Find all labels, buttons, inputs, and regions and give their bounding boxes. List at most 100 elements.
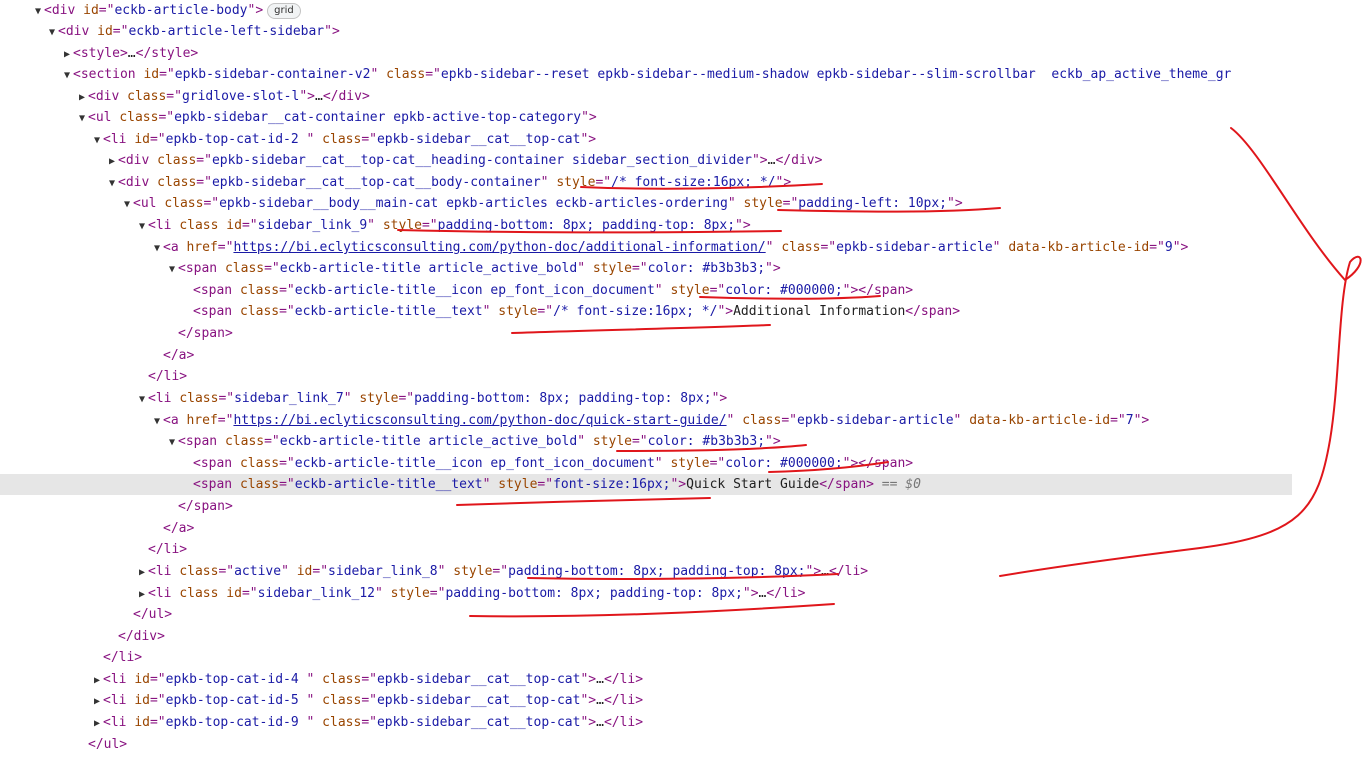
- dom-node-row[interactable]: ▶ <li class id="sidebar_link_12" style="p…: [0, 583, 1292, 604]
- expand-triangle-icon[interactable]: ▼: [106, 173, 118, 193]
- tag-token: <div: [44, 3, 84, 18]
- expand-triangle-icon[interactable]: ▼: [32, 1, 44, 21]
- dom-node-row[interactable]: ▼ <ul class="epkb-sidebar__body__main-cat…: [0, 193, 1292, 214]
- tag-token: =": [241, 218, 258, 233]
- collapsed-triangle-icon[interactable]: ▶: [91, 691, 103, 711]
- tag-token: ": [726, 413, 743, 428]
- attribute-name: style: [382, 218, 422, 233]
- tag-token: ">: [735, 218, 751, 233]
- tag-token: =": [98, 3, 115, 18]
- tag-token: ">: [324, 24, 340, 39]
- expand-triangle-icon[interactable]: ▼: [136, 216, 148, 236]
- dom-node-row[interactable]: <span class="eckb-article-title__icon ep…: [0, 280, 1292, 301]
- dom-node-row[interactable]: ▼ <ul class="epkb-sidebar__cat-container …: [0, 107, 1292, 128]
- dom-node-row[interactable]: ▼ <a href="https://bi.eclyticsconsulting.…: [0, 237, 1292, 258]
- attribute-name: id: [226, 218, 242, 233]
- href-link[interactable]: https://bi.eclyticsconsulting.com/python…: [233, 240, 765, 255]
- tag-token: <span: [193, 477, 240, 492]
- expand-triangle-icon[interactable]: ▼: [166, 432, 178, 452]
- attribute-name: style: [390, 586, 430, 601]
- grid-badge[interactable]: grid: [267, 3, 301, 19]
- dom-node-row[interactable]: </ul>: [0, 734, 1292, 755]
- dom-node-row[interactable]: <span class="eckb-article-title__text" s…: [0, 474, 1292, 495]
- dom-node-row[interactable]: ▶ <li id="epkb-top-cat-id-4 " class="epkb…: [0, 669, 1292, 690]
- tag-token: =": [159, 67, 175, 82]
- tag-token: =": [421, 218, 438, 233]
- dom-node-row[interactable]: </a>: [0, 345, 1292, 366]
- attribute-name: style: [498, 304, 538, 319]
- dom-node-row[interactable]: ▶ <li id="epkb-top-cat-id-5 " class="epkb…: [0, 690, 1292, 711]
- tag-token: ">: [580, 693, 597, 708]
- attribute-value: epkb-sidebar__cat__top-cat: [376, 715, 581, 730]
- tag-token: </span>: [178, 326, 233, 341]
- attribute-value: 9: [1164, 240, 1173, 255]
- dom-node-row[interactable]: </a>: [0, 518, 1292, 539]
- dom-node-row[interactable]: </span>: [0, 323, 1292, 344]
- dom-node-row[interactable]: ▼ <li class id="sidebar_link_9" style="pa…: [0, 215, 1292, 236]
- dom-node-row[interactable]: ▶ <div class="gridlove-slot-l">…</div>: [0, 86, 1292, 107]
- tag-token: </li>: [766, 586, 806, 601]
- tag-token: ">: [751, 153, 768, 168]
- dom-node-row[interactable]: </li>: [0, 539, 1292, 560]
- tag-token: </ul>: [88, 737, 128, 752]
- elements-tree: ▼ <div id="eckb-article-body"> grid ▼ <div i…: [0, 0, 1368, 757]
- dom-node-row[interactable]: ▶ <div class="epkb-sidebar__cat__top-cat_…: [0, 150, 1292, 171]
- dom-node-row[interactable]: ▶ <style>…</style>: [0, 43, 1292, 64]
- expand-triangle-icon[interactable]: ▼: [166, 259, 178, 279]
- tag-token: ">: [717, 304, 734, 319]
- attribute-name: class: [179, 586, 219, 601]
- dom-node-row[interactable]: <span class="eckb-article-title__text" s…: [0, 301, 1292, 322]
- collapsed-triangle-icon[interactable]: ▶: [76, 87, 88, 107]
- dom-node-row[interactable]: ▼ <li id="epkb-top-cat-id-2 " class="epkb…: [0, 129, 1292, 150]
- dom-node-row[interactable]: </li>: [0, 366, 1292, 387]
- tag-token: ">: [247, 3, 264, 18]
- collapsed-triangle-icon[interactable]: ▶: [91, 670, 103, 690]
- expand-triangle-icon[interactable]: ▼: [136, 389, 148, 409]
- expand-triangle-icon[interactable]: ▼: [151, 238, 163, 258]
- dom-node-row[interactable]: <span class="eckb-article-title__icon ep…: [0, 453, 1292, 474]
- node-text: …: [821, 564, 829, 579]
- attribute-value: sidebar_link_7: [234, 391, 344, 406]
- dom-node-row[interactable]: ▼ <li class="sidebar_link_7" style="paddi…: [0, 388, 1292, 409]
- collapsed-triangle-icon[interactable]: ▶: [106, 151, 118, 171]
- attribute-value: epkb-top-cat-id-9: [165, 715, 307, 730]
- attribute-value: padding-bottom: 8px; padding-top: 8px;: [437, 218, 736, 233]
- attribute-name: style: [592, 261, 632, 276]
- dom-node-row[interactable]: ▼ <div id="eckb-article-left-sidebar">: [0, 21, 1292, 42]
- collapsed-triangle-icon[interactable]: ▶: [91, 713, 103, 733]
- expand-triangle-icon[interactable]: ▼: [151, 411, 163, 431]
- attribute-value: padding-bottom: 8px; padding-top: 8px;: [445, 586, 743, 601]
- dom-node-row[interactable]: </li>: [0, 647, 1292, 668]
- attribute-name: class: [322, 715, 362, 730]
- dom-node-row[interactable]: </span>: [0, 496, 1292, 517]
- expand-triangle-icon[interactable]: ▼: [76, 108, 88, 128]
- dom-node-row[interactable]: ▼ <a href="https://bi.eclyticsconsulting.…: [0, 410, 1292, 431]
- expand-triangle-icon[interactable]: ▼: [91, 130, 103, 150]
- dom-node-row[interactable]: ▶ <li class="active" id="sidebar_link_8" …: [0, 561, 1292, 582]
- dom-node-row[interactable]: ▼ <div class="epkb-sidebar__cat__top-cat_…: [0, 172, 1292, 193]
- dom-node-row[interactable]: </div>: [0, 626, 1292, 647]
- expand-triangle-icon[interactable]: ▼: [46, 22, 58, 42]
- collapsed-triangle-icon[interactable]: ▶: [136, 584, 148, 604]
- node-text: …: [127, 46, 136, 61]
- dom-node-row[interactable]: ▼ <span class="eckb-article-title article…: [0, 431, 1292, 452]
- dom-node-row[interactable]: ▼ <span class="eckb-article-title article…: [0, 258, 1292, 279]
- tag-token: </style>: [135, 46, 199, 61]
- collapsed-triangle-icon[interactable]: ▶: [61, 44, 73, 64]
- expand-triangle-icon[interactable]: ▼: [121, 194, 133, 214]
- attribute-value: eckb-article-title__text: [294, 304, 483, 319]
- dom-node-row[interactable]: ▶ <li id="epkb-top-cat-id-9 " class="epkb…: [0, 712, 1292, 733]
- tag-token: </li>: [103, 650, 143, 665]
- tag-token: <li: [148, 218, 180, 233]
- href-link[interactable]: https://bi.eclyticsconsulting.com/python…: [233, 413, 726, 428]
- attribute-value: epkb-sidebar__cat__top-cat: [376, 693, 581, 708]
- tag-token: =": [361, 693, 377, 708]
- tag-token: </li>: [148, 369, 188, 384]
- expand-triangle-icon[interactable]: ▼: [61, 65, 73, 85]
- dom-node-row[interactable]: ▼ <div id="eckb-article-body"> grid: [0, 0, 1292, 21]
- collapsed-triangle-icon[interactable]: ▶: [136, 562, 148, 582]
- dom-node-row[interactable]: </ul>: [0, 604, 1292, 625]
- attribute-value: eckb-article-title__text: [294, 477, 483, 492]
- tag-token: ": [540, 175, 557, 190]
- dom-node-row[interactable]: ▼ <section id="epkb-sidebar-container-v2"…: [0, 64, 1292, 85]
